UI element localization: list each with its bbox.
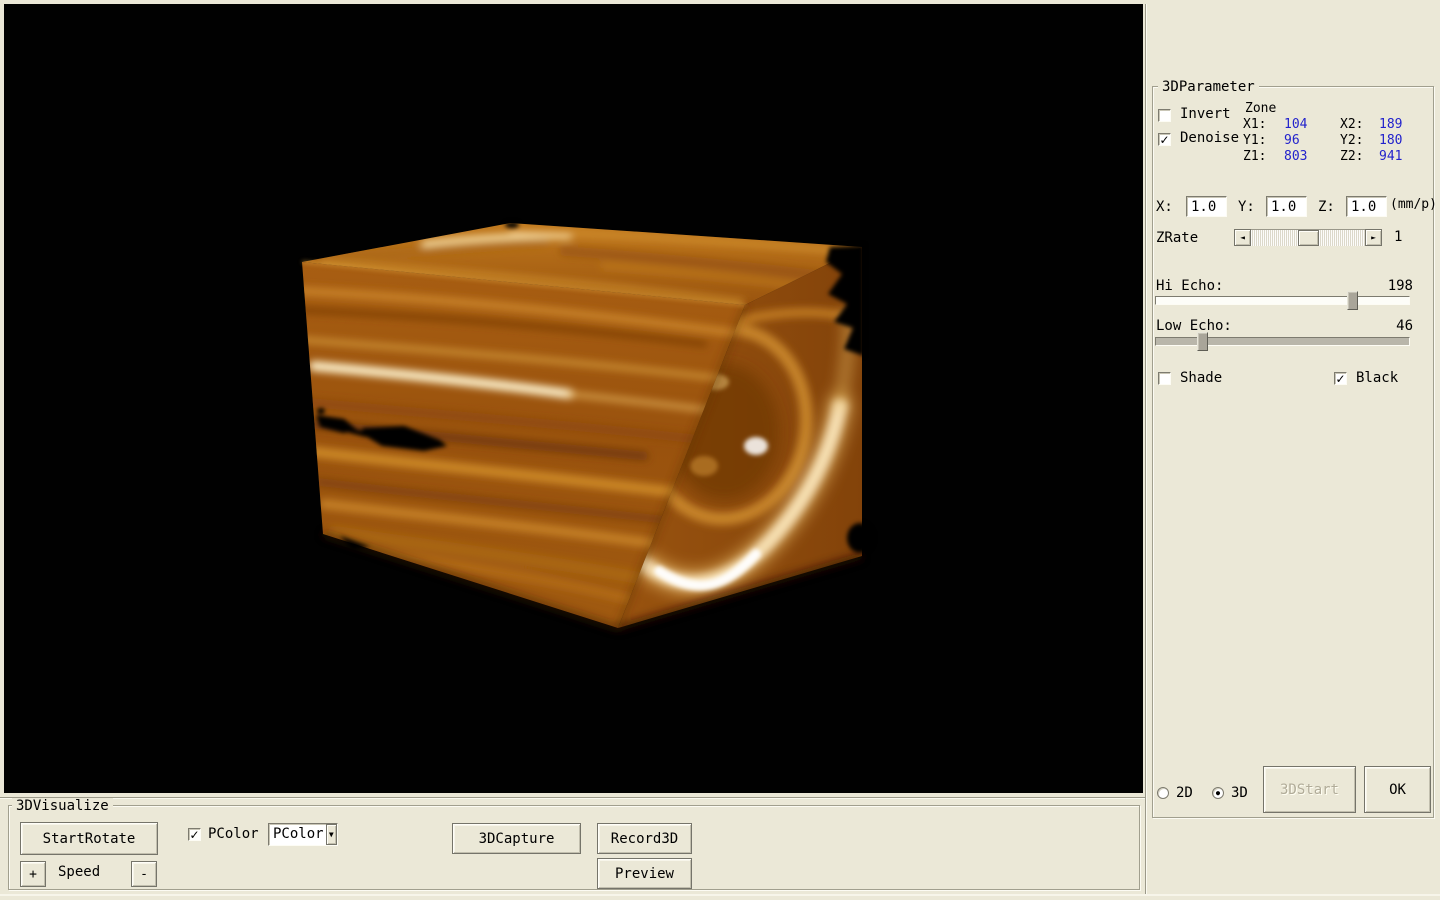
3dstart-button[interactable]: 3DStart <box>1263 766 1356 813</box>
zrate-scroll-thumb[interactable] <box>1298 230 1319 246</box>
zone-y2-label: Y2: <box>1340 133 1363 148</box>
record3d-button[interactable]: Record3D <box>597 823 692 854</box>
window-bottom-edge <box>0 894 1440 896</box>
zone-z2-value: 941 <box>1379 149 1402 164</box>
ok-button[interactable]: OK <box>1364 766 1431 813</box>
pcolor-label: PColor <box>208 826 259 842</box>
mode-2d-label: 2D <box>1176 785 1193 801</box>
denoise-checkbox[interactable]: ✓ <box>1158 133 1171 146</box>
zrate-scrollbar[interactable]: ◄ ► <box>1234 229 1382 246</box>
zrate-scroll-track[interactable] <box>1251 229 1365 246</box>
zone-y1-value: 96 <box>1284 133 1300 148</box>
low-echo-slider-track[interactable] <box>1155 337 1410 346</box>
pcolor-dropdown[interactable]: PColor ▼ <box>268 823 338 846</box>
shade-label: Shade <box>1180 370 1222 386</box>
scale-unit-label: (mm/p) <box>1390 197 1437 212</box>
dropdown-arrow-icon: ▼ <box>329 830 334 839</box>
mode-3d-radio[interactable]: ● <box>1212 787 1224 799</box>
zone-x2-label: X2: <box>1340 117 1363 132</box>
mode-2d-radio[interactable] <box>1157 787 1169 799</box>
zone-y2-value: 180 <box>1379 133 1402 148</box>
pcolor-dropdown-value: PColor <box>269 824 326 845</box>
scale-x-input[interactable] <box>1186 196 1227 217</box>
3dparameter-group-label: 3DParameter <box>1158 79 1259 95</box>
panel-divider-horizontal <box>0 797 1145 799</box>
3d-viewport[interactable] <box>4 4 1143 793</box>
scale-z-label: Z: <box>1318 199 1335 215</box>
shade-checkbox[interactable] <box>1158 372 1171 385</box>
zone-x1-value: 104 <box>1284 117 1307 132</box>
speed-plus-button[interactable]: + <box>20 861 46 887</box>
zrate-label: ZRate <box>1156 230 1198 246</box>
start-rotate-button[interactable]: StartRotate <box>20 822 158 855</box>
panel-divider-vertical <box>1145 4 1147 896</box>
zrate-scroll-left-button[interactable]: ◄ <box>1234 229 1251 246</box>
3dcapture-button[interactable]: 3DCapture <box>452 823 581 854</box>
zone-z1-value: 803 <box>1284 149 1307 164</box>
mode-3d-label: 3D <box>1231 785 1248 801</box>
3dvisualize-group-label: 3DVisualize <box>12 798 113 814</box>
preview-button[interactable]: Preview <box>597 858 692 889</box>
zone-title: Zone <box>1245 101 1276 116</box>
app-window: 3DParameter Invert ✓ Denoise Zone X1: 10… <box>0 0 1440 900</box>
hi-echo-slider-track[interactable] <box>1155 296 1410 305</box>
scale-y-input[interactable] <box>1266 196 1307 217</box>
zrate-scroll-right-button[interactable]: ► <box>1365 229 1382 246</box>
black-label: Black <box>1356 370 1398 386</box>
hi-echo-value: 198 <box>1380 278 1413 294</box>
zone-x2-value: 189 <box>1379 117 1402 132</box>
volume-render <box>4 4 1143 793</box>
speed-label: Speed <box>58 864 100 880</box>
hi-echo-label: Hi Echo: <box>1156 278 1223 294</box>
pcolor-checkbox[interactable]: ✓ <box>188 828 201 841</box>
invert-label: Invert <box>1180 106 1231 122</box>
hi-echo-slider-thumb[interactable] <box>1347 291 1358 310</box>
low-echo-value: 46 <box>1380 318 1413 334</box>
zone-x1-label: X1: <box>1243 117 1266 132</box>
arrow-right-icon: ► <box>1371 233 1376 242</box>
zone-y1-label: Y1: <box>1243 133 1266 148</box>
zone-z1-label: Z1: <box>1243 149 1266 164</box>
arrow-left-icon: ◄ <box>1240 233 1245 242</box>
low-echo-label: Low Echo: <box>1156 318 1232 334</box>
scale-x-label: X: <box>1156 199 1173 215</box>
scale-y-label: Y: <box>1238 199 1255 215</box>
zone-z2-label: Z2: <box>1340 149 1363 164</box>
zrate-value: 1 <box>1394 229 1402 245</box>
low-echo-slider-thumb[interactable] <box>1197 332 1208 351</box>
denoise-label: Denoise <box>1180 130 1239 146</box>
pcolor-dropdown-button[interactable]: ▼ <box>326 824 337 845</box>
invert-checkbox[interactable] <box>1158 109 1171 122</box>
scale-z-input[interactable] <box>1346 196 1387 217</box>
speed-minus-button[interactable]: - <box>131 861 157 887</box>
black-checkbox[interactable]: ✓ <box>1334 372 1347 385</box>
